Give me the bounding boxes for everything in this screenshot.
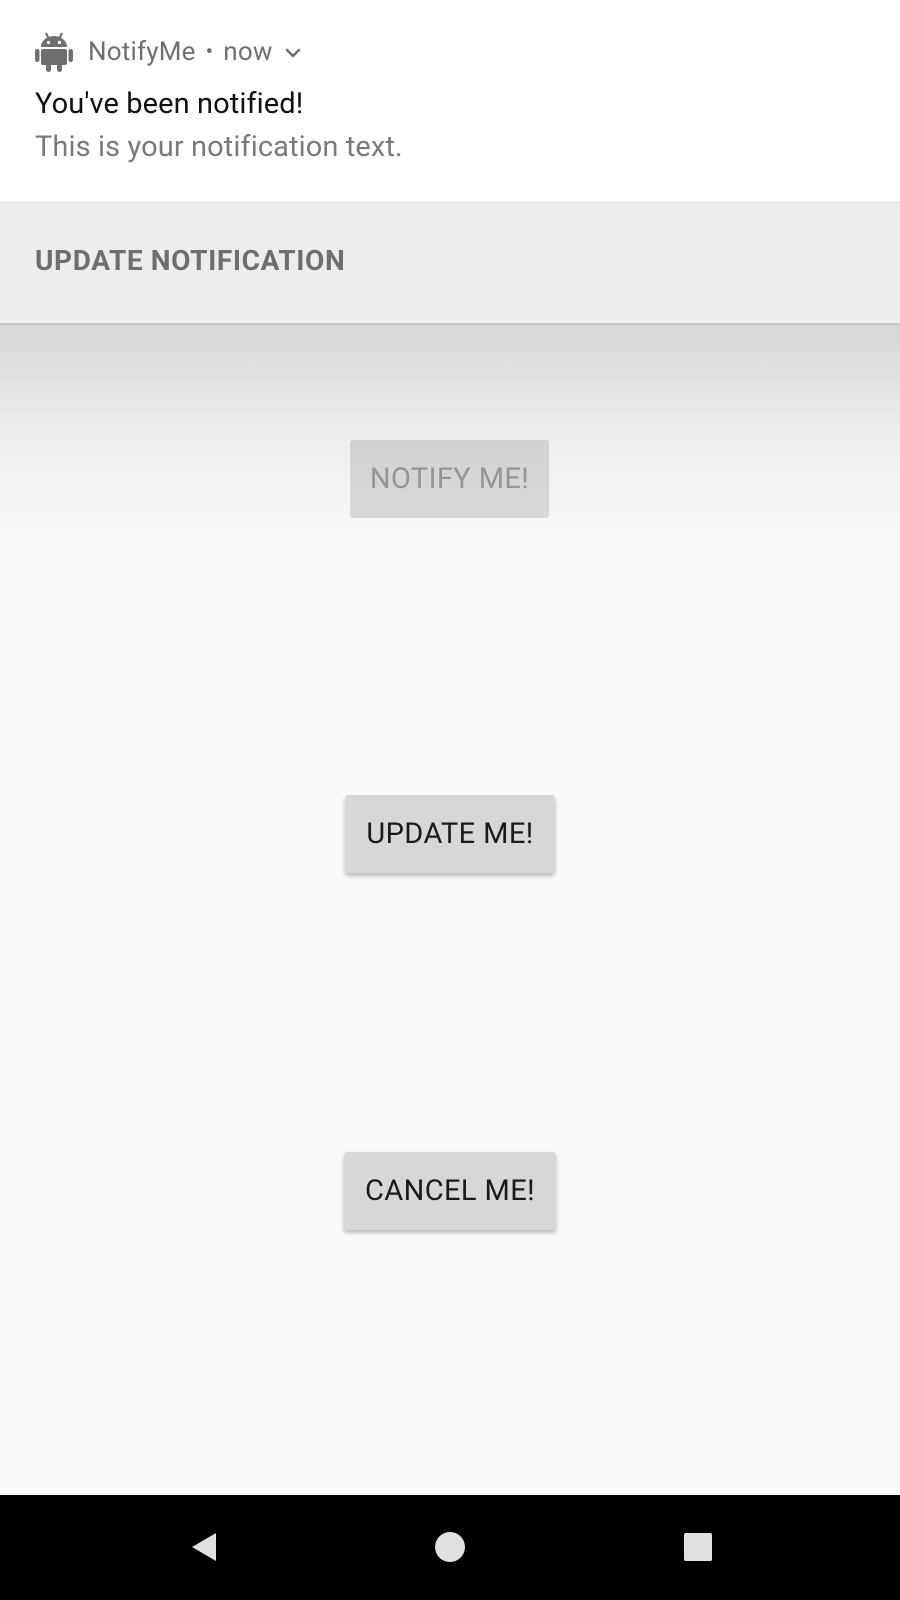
notification-title: You've been notified! [35, 87, 304, 121]
notify-me-button[interactable]: NOTIFY ME! [350, 440, 549, 518]
notification-action-bar: UPDATE NOTIFICATION [0, 201, 900, 325]
chevron-down-icon[interactable] [283, 45, 303, 59]
cancel-me-button[interactable]: CANCEL ME! [344, 1152, 556, 1230]
notification-time: now [223, 37, 273, 67]
notification-text: This is your notification text. [35, 130, 403, 164]
update-notification-action[interactable]: UPDATE NOTIFICATION [35, 244, 345, 277]
header-separator: • [205, 39, 214, 65]
notification-card[interactable]: NotifyMe • now You've been notified! Thi… [0, 0, 900, 201]
update-me-button[interactable]: UPDATE ME! [345, 795, 555, 873]
back-icon[interactable] [182, 1525, 226, 1569]
home-icon[interactable] [428, 1525, 472, 1569]
navigation-bar [0, 1495, 900, 1600]
notification-app-name: NotifyMe [88, 37, 196, 67]
recents-icon[interactable] [676, 1525, 720, 1569]
notification-header: NotifyMe • now [35, 30, 303, 74]
android-icon [35, 32, 73, 72]
